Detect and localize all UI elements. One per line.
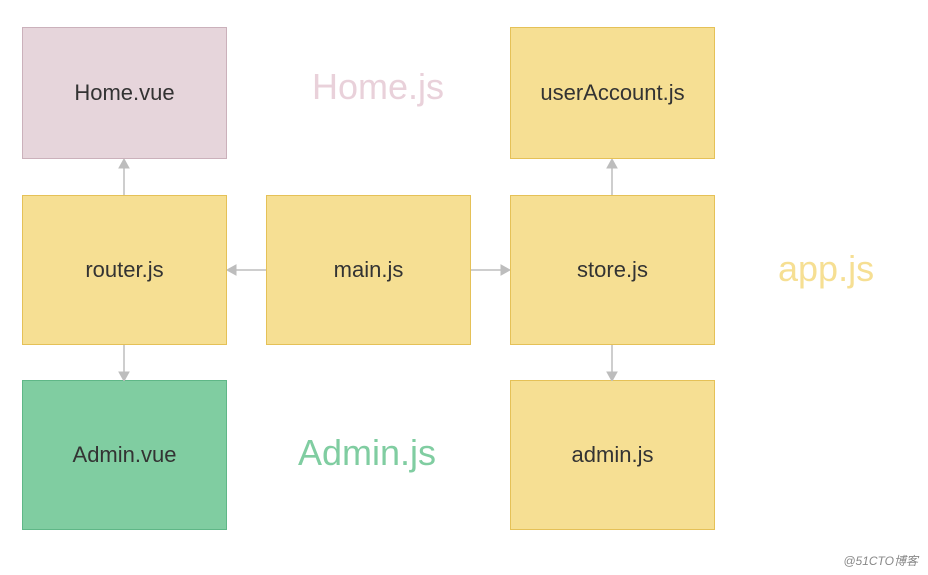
arrow-store-to-useraccount [606,159,618,195]
node-home-vue: Home.vue [22,27,227,159]
node-label: store.js [577,257,648,283]
label-home-js: Home.js [312,66,444,108]
node-label: router.js [85,257,163,283]
arrow-main-to-store [471,264,510,276]
node-store-js: store.js [510,195,715,345]
arrow-store-to-admin [606,345,618,381]
arrow-main-to-router [227,264,266,276]
node-admin-vue: Admin.vue [22,380,227,530]
node-label: userAccount.js [540,80,684,106]
node-admin-js: admin.js [510,380,715,530]
label-app-js: app.js [778,248,874,290]
node-label: Admin.vue [73,442,177,468]
arrow-router-to-home [118,159,130,195]
node-main-js: main.js [266,195,471,345]
node-label: admin.js [572,442,654,468]
node-label: Home.vue [74,80,174,106]
node-label: main.js [334,257,404,283]
label-admin-js: Admin.js [298,432,436,474]
node-user-account-js: userAccount.js [510,27,715,159]
arrow-router-to-admin [118,345,130,381]
watermark: @51CTO博客 [843,552,918,569]
node-router-js: router.js [22,195,227,345]
